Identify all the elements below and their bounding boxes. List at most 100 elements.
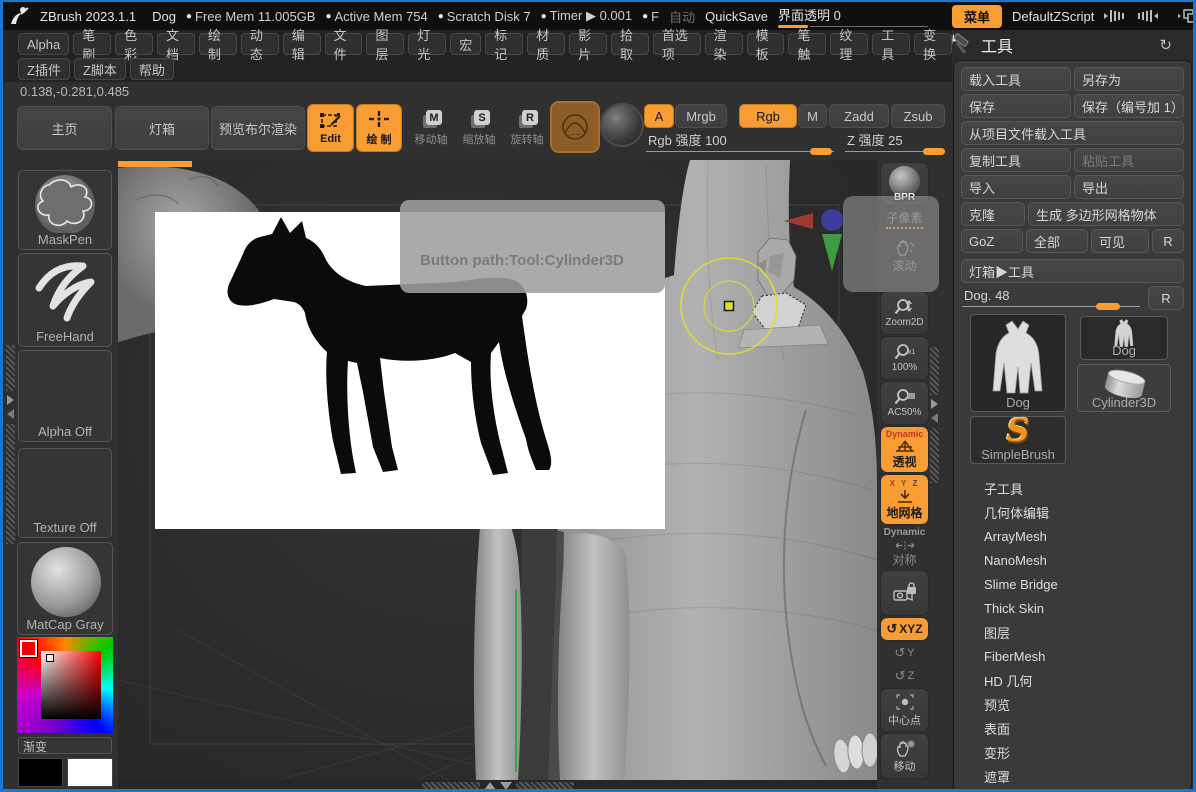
zadd-button[interactable]: Zadd (830, 105, 888, 127)
r-button[interactable]: R (1153, 230, 1183, 252)
menu-file[interactable]: 文件 (325, 33, 363, 55)
load-from-project-button[interactable]: 从项目文件载入工具 (962, 122, 1183, 144)
rgb-button[interactable]: Rgb (740, 105, 796, 127)
section-geometry[interactable]: 几何体编辑 (962, 500, 1183, 524)
current-brush-thumbnail[interactable] (552, 103, 598, 151)
tool-thumbnail-dog[interactable]: Dog (1080, 316, 1168, 360)
menu-tool[interactable]: 工具 (872, 33, 910, 55)
quicksave-button[interactable]: QuickSave (705, 9, 768, 24)
right-scroll-strip-lower[interactable] (930, 428, 939, 483)
rotate-axis-button[interactable]: R 旋转轴 (506, 110, 548, 154)
gradient-button[interactable]: 渐变 (18, 737, 112, 754)
anti-aliasing-button[interactable]: A (645, 105, 673, 127)
active-tool-thumbnail[interactable]: Dog (970, 314, 1066, 412)
tool-r-button[interactable]: R (1149, 287, 1183, 309)
section-layers[interactable]: 图层 (962, 620, 1183, 644)
menu-button[interactable]: 菜单 (952, 5, 1002, 28)
section-arraymesh[interactable]: ArrayMesh (962, 524, 1183, 548)
menu-picker[interactable]: 拾取 (611, 33, 649, 55)
scale-axis-button[interactable]: S 缩放轴 (458, 110, 500, 154)
goz-button[interactable]: GoZ (962, 230, 1022, 252)
menu-preferences[interactable]: 首选项 (653, 33, 701, 55)
tool-thumbnail-simplebrush[interactable]: S SimpleBrush (970, 416, 1066, 464)
document-canvas[interactable]: Button path:Tool:Cylinder3D (118, 160, 877, 780)
mrgb-button[interactable]: Mrgb (676, 105, 726, 127)
menu-brush[interactable]: 笔刷 (73, 33, 111, 55)
menu-document[interactable]: 文档 (157, 33, 195, 55)
z-intensity-slider[interactable]: Z 强度 25 (845, 130, 941, 154)
section-slime-bridge[interactable]: Slime Bridge (962, 572, 1183, 596)
menu-texture[interactable]: 纹理 (830, 33, 868, 55)
alpha-selector[interactable]: Alpha Off (18, 350, 112, 442)
copy-tool-button[interactable]: 复制工具 (962, 149, 1070, 171)
floor-grid-button[interactable]: X Y Z 地网格 (881, 475, 928, 524)
color-picker[interactable] (17, 637, 113, 733)
left-scroll-strip-lower[interactable] (6, 424, 15, 544)
lightbox-tool-button[interactable]: 灯箱▶工具 (962, 260, 1183, 282)
rotate-z-button[interactable]: ↺Z (881, 666, 928, 686)
section-surface[interactable]: 表面 (962, 716, 1183, 740)
move-axis-button[interactable]: M 移动轴 (410, 110, 452, 154)
zsub-button[interactable]: Zsub (892, 105, 944, 127)
menu-material[interactable]: 材质 (527, 33, 565, 55)
current-material-thumbnail[interactable] (602, 105, 642, 145)
right-scroll-strip[interactable] (930, 347, 939, 395)
make-polymesh-button[interactable]: 生成 多边形网格物体 (1029, 203, 1183, 225)
main-color-swatch[interactable] (18, 758, 63, 787)
brush-selector[interactable]: MaskPen (18, 170, 112, 250)
local-symmetry-button[interactable] (881, 571, 928, 615)
section-fibermesh[interactable]: FiberMesh (962, 644, 1183, 668)
section-masking[interactable]: 遮罩 (962, 764, 1183, 788)
section-preview[interactable]: 预览 (962, 692, 1183, 716)
section-deformation[interactable]: 变形 (962, 740, 1183, 764)
export-button[interactable]: 导出 (1075, 176, 1183, 198)
menu-zscript[interactable]: Z脚本 (74, 58, 126, 80)
menu-draw[interactable]: 绘制 (199, 33, 237, 55)
menu-stroke[interactable]: 笔触 (788, 33, 826, 55)
shelf-collapse-right-icon[interactable] (1136, 6, 1158, 26)
draw-button[interactable]: 绘 制 (357, 105, 401, 151)
goz-all-button[interactable]: 全部 (1027, 230, 1087, 252)
m-button[interactable]: M (799, 105, 826, 127)
goz-visible-button[interactable]: 可见 (1092, 230, 1148, 252)
menu-macro[interactable]: 宏 (450, 33, 481, 55)
section-thick-skin[interactable]: Thick Skin (962, 596, 1183, 620)
right-scroll-arrow-right[interactable] (931, 399, 938, 409)
auto-button[interactable]: 自动 (669, 7, 695, 26)
zscript-name[interactable]: DefaultZScript (1012, 9, 1094, 24)
save-as-button[interactable]: 另存为 (1075, 68, 1183, 90)
menu-edit[interactable]: 编辑 (283, 33, 321, 55)
left-scroll-arrow-left[interactable] (7, 409, 14, 419)
menu-movie[interactable]: 影片 (569, 33, 607, 55)
rgb-intensity-slider[interactable]: Rgb 强度 100 (646, 130, 834, 154)
menu-light[interactable]: 灯光 (408, 33, 446, 55)
menu-marker[interactable]: 标记 (485, 33, 523, 55)
lightbox-indicator[interactable] (118, 161, 192, 167)
ac50-button[interactable]: AC50% (881, 382, 928, 424)
texture-selector[interactable]: Texture Off (18, 448, 112, 538)
edit-button[interactable]: Edit (308, 105, 353, 151)
menu-dynamic[interactable]: 动态 (241, 33, 279, 55)
tool-thumbnail-cylinder[interactable]: Cylinder3D (1077, 364, 1171, 412)
reload-icon[interactable]: ↻ (1159, 36, 1172, 54)
save-button[interactable]: 保存 (962, 95, 1070, 117)
left-scroll-arrow-right[interactable] (7, 395, 14, 405)
menu-color[interactable]: 色彩 (115, 33, 153, 55)
section-subtool[interactable]: 子工具 (962, 476, 1183, 500)
menu-alpha[interactable]: Alpha (18, 33, 69, 55)
lightbox-button[interactable]: 灯箱 (116, 107, 208, 149)
load-tool-button[interactable]: 载入工具 (962, 68, 1070, 90)
save-increment-button[interactable]: 保存（编号加 1） (1075, 95, 1183, 117)
symmetry-button[interactable]: 对称 (881, 541, 928, 568)
left-scroll-strip[interactable] (6, 345, 15, 391)
set-pivot-button[interactable]: 中心点 (881, 689, 928, 731)
menu-layer[interactable]: 图层 (366, 33, 404, 55)
home-button[interactable]: 主页 (18, 107, 111, 149)
tool-history-slider[interactable]: Dog. 48 (962, 287, 1144, 309)
rotate-xyz-button[interactable]: ↺XYZ (881, 618, 928, 640)
perspective-button[interactable]: Dynamic 透视 (881, 427, 928, 472)
menu-render[interactable]: 渲染 (705, 33, 743, 55)
menu-zplugin[interactable]: Z插件 (18, 58, 70, 80)
stroke-selector[interactable]: FreeHand (18, 253, 112, 347)
menu-help[interactable]: 帮助 (130, 58, 174, 80)
